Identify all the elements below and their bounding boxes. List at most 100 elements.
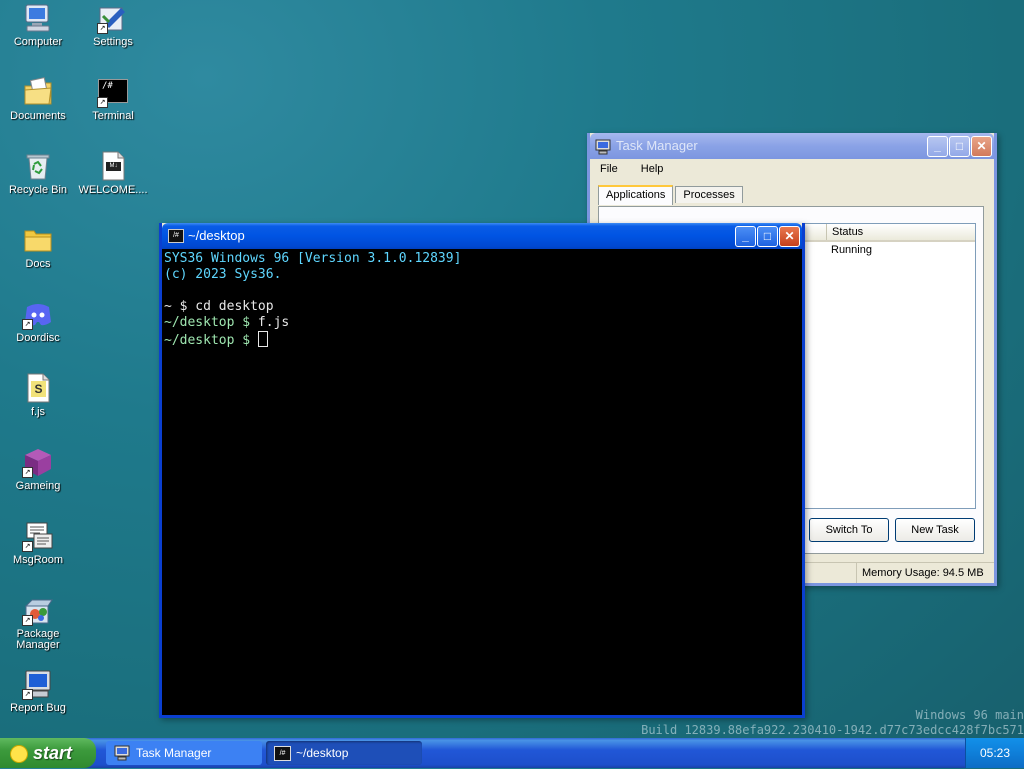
task-manager-menubar: File Help [590, 159, 994, 179]
js-file-icon: S [22, 372, 54, 404]
task-manager-titlebar[interactable]: Task Manager _ □ ✕ [590, 133, 994, 159]
shortcut-arrow-icon: ↗ [22, 319, 33, 330]
settings-icon: ↗ [97, 2, 129, 34]
discord-icon: ↗ [22, 298, 54, 330]
js-glyph: S [34, 382, 43, 396]
terminal-line: ~ $ cd desktop [164, 299, 802, 315]
desktop-icon-fjs[interactable]: S f.js [0, 372, 76, 418]
folder-icon [22, 224, 54, 256]
terminal-prompt: ~/desktop $ [164, 333, 251, 348]
start-logo-icon [10, 745, 28, 763]
msgroom-icon: ↗ [22, 520, 54, 552]
computer-icon [22, 2, 54, 34]
terminal-line: (c) 2023 Sys36. [164, 267, 282, 282]
recycle-bin-icon [22, 150, 54, 182]
terminal-line: SYS36 Windows 96 [Version 3.1.0.12839] [164, 251, 462, 266]
terminal-input-line[interactable]: ~/desktop $ [164, 331, 802, 348]
terminal-command: f.js [250, 315, 290, 330]
taskbar-item-label: ~/desktop [296, 746, 349, 760]
terminal-line: ~/desktop $ f.js [164, 315, 802, 331]
minimize-button[interactable]: _ [735, 226, 756, 247]
markdown-file-icon: M↓ [97, 150, 129, 182]
task-manager-title: Task Manager [616, 138, 698, 153]
task-manager-title-icon [595, 138, 611, 164]
cube-icon: ↗ [22, 446, 54, 478]
menu-file[interactable]: File [600, 163, 618, 175]
shortcut-arrow-icon: ↗ [97, 97, 108, 108]
desktop-icon-label: Package Manager [16, 628, 60, 651]
desktop-icon-package-manager[interactable]: ↗ Package Manager [0, 594, 76, 651]
taskbar-item-terminal[interactable]: /# ~/desktop [266, 741, 422, 765]
terminal-title: ~/desktop [188, 228, 245, 243]
taskbar-item-label: Task Manager [136, 746, 212, 760]
terminal-prompt: ~ $ [164, 299, 188, 314]
shortcut-arrow-icon: ↗ [22, 467, 33, 478]
desktop-icon-gameing[interactable]: ↗ Gameing [0, 446, 76, 492]
terminal-prompt: ~/desktop $ [164, 315, 251, 330]
taskbar: start Task Manager /# ~/desktop 05:23 [0, 738, 1024, 768]
desktop-icon-label: Recycle Bin [8, 184, 68, 196]
build-watermark-line2: Build 12839.88efa922.230410-1942.d77c73e… [641, 723, 1024, 737]
switch-to-button[interactable]: Switch To [809, 518, 889, 542]
desktop-icon-label: Gameing [15, 480, 61, 492]
documents-icon [22, 76, 54, 108]
markdown-glyph: M↓ [106, 162, 121, 171]
close-button[interactable]: ✕ [779, 226, 800, 247]
desktop-icon-computer[interactable]: Computer [0, 2, 76, 48]
desktop-icon-docs[interactable]: Docs [0, 224, 76, 270]
start-label: start [33, 743, 73, 763]
task-manager-tabs: Applications Processes [598, 185, 743, 205]
desktop-icon-label: Documents [10, 110, 66, 122]
terminal-command: cd desktop [187, 299, 274, 314]
maximize-button[interactable]: □ [757, 226, 778, 247]
start-button[interactable]: start [0, 738, 96, 768]
desktop-icon-report-bug[interactable]: ↗ Report Bug [0, 668, 76, 714]
shortcut-arrow-icon: ↗ [97, 23, 108, 34]
desktop-icon-label: MsgRoom [12, 554, 64, 566]
desktop-icon-settings[interactable]: ↗ Settings [75, 2, 151, 48]
desktop-icon-label: f.js [30, 406, 46, 418]
menu-help[interactable]: Help [641, 163, 664, 175]
column-status[interactable]: Status [826, 224, 974, 240]
terminal-command [250, 333, 258, 348]
minimize-button[interactable]: _ [927, 136, 948, 157]
package-icon: ↗ [22, 594, 54, 626]
desktop-icon-terminal[interactable]: /# ↗ Terminal [75, 76, 151, 122]
desktop-icon-label: Terminal [92, 110, 134, 122]
terminal-title-icon: /# [168, 229, 184, 243]
desktop-icon-label: WELCOME.... [78, 184, 148, 196]
maximize-button[interactable]: □ [949, 136, 970, 157]
task-manager-icon [114, 745, 130, 769]
taskbar-item-task-manager[interactable]: Task Manager [106, 741, 262, 765]
shortcut-arrow-icon: ↗ [22, 689, 33, 700]
desktop-icon-doordisc[interactable]: ↗ Doordisc [0, 298, 76, 344]
desktop-icon-label: Docs [25, 258, 51, 270]
new-task-button[interactable]: New Task [895, 518, 975, 542]
report-bug-icon: ↗ [22, 668, 54, 700]
system-tray: 05:23 [965, 738, 1024, 768]
terminal-window: /# ~/desktop _ □ ✕ SYS36 Windows 96 [Ver… [159, 223, 805, 718]
desktop-icon-recycle-bin[interactable]: Recycle Bin [0, 150, 76, 196]
clock[interactable]: 05:23 [980, 746, 1010, 760]
terminal-cursor [257, 331, 268, 347]
memory-usage: Memory Usage: 94.5 MB [856, 563, 984, 583]
tab-processes[interactable]: Processes [675, 186, 743, 203]
terminal-icon: /# ↗ [97, 76, 129, 108]
desktop-icon-msgroom[interactable]: ↗ MsgRoom [0, 520, 76, 566]
terminal-titlebar[interactable]: /# ~/desktop _ □ ✕ [162, 223, 802, 249]
terminal-icon: /# [274, 746, 291, 761]
close-button[interactable]: ✕ [971, 136, 992, 157]
desktop-icon-label: Doordisc [16, 332, 60, 344]
terminal-output[interactable]: SYS36 Windows 96 [Version 3.1.0.12839] (… [162, 249, 802, 715]
build-watermark-line1: Windows 96 main [915, 708, 1024, 722]
desktop-icon-documents[interactable]: Documents [0, 76, 76, 122]
task-status: Running [831, 244, 872, 256]
desktop-icon-label: Computer [13, 36, 63, 48]
desktop-icon-welcome[interactable]: M↓ WELCOME.... [75, 150, 151, 196]
tab-applications[interactable]: Applications [598, 185, 674, 205]
desktop-icon-label: Report Bug [10, 702, 66, 714]
shortcut-arrow-icon: ↗ [22, 615, 33, 626]
shortcut-arrow-icon: ↗ [22, 541, 33, 552]
desktop-icon-label: Settings [93, 36, 133, 48]
